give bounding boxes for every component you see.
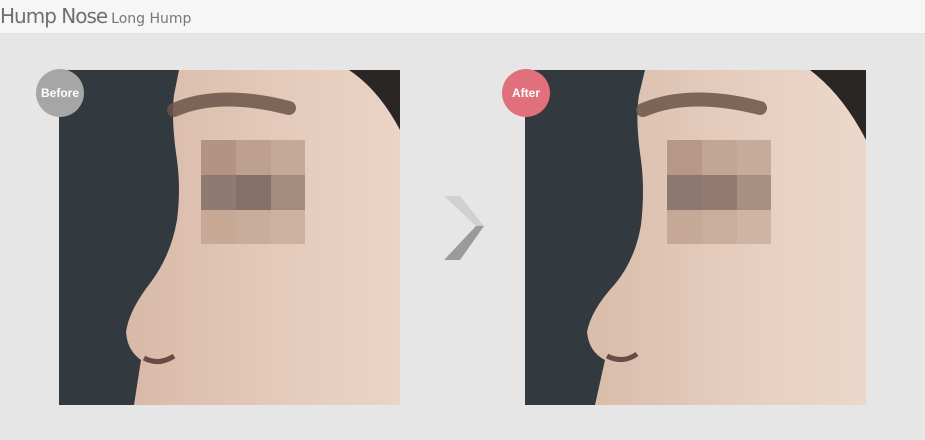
after-photo <box>525 70 866 405</box>
page-title: Hump Nose Long Hump <box>0 4 191 28</box>
before-photo <box>59 70 400 405</box>
title-main: Hump Nose <box>0 4 108 28</box>
title-subtitle: Long Hump <box>111 11 192 27</box>
chevron-right-icon <box>440 192 488 267</box>
after-badge: After <box>502 69 550 117</box>
page-header: Hump Nose Long Hump <box>0 0 925 34</box>
before-badge: Before <box>36 69 84 117</box>
